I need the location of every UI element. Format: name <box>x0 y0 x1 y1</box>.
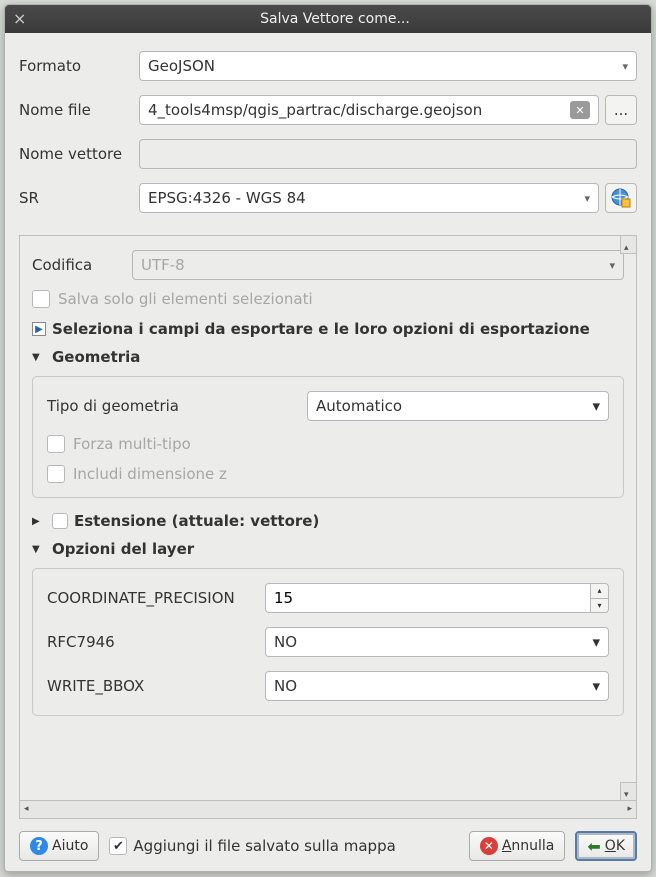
format-label: Formato <box>19 57 139 75</box>
crs-label: SR <box>19 189 139 207</box>
geometry-group: Tipo di geometria Automatico ▾ Forza mul… <box>32 376 624 498</box>
chevron-down-icon: ▾ <box>592 677 600 695</box>
add-to-map-label: Aggiungi il file salvato sulla mappa <box>133 837 395 855</box>
fields-section-header[interactable]: ▶ Seleziona i campi da esportare e le lo… <box>32 320 624 338</box>
filename-label: Nome file <box>19 101 139 119</box>
chevron-down-icon: ▾ <box>609 259 615 272</box>
force-multi-checkbox <box>47 435 65 453</box>
layer-options-title: Opzioni del layer <box>52 540 194 558</box>
layer-options-group: COORDINATE_PRECISION ▴ ▾ RFC7946 NO <box>32 568 624 716</box>
geometry-section-title: Geometria <box>52 348 140 366</box>
dialog-window: × Salva Vettore come... Formato GeoJSON … <box>4 4 652 872</box>
encoding-combo: UTF-8 ▾ <box>132 250 624 280</box>
expand-down-icon: ▼ <box>32 352 46 363</box>
dialog-footer: ? Aiuto ✔ Aggiungi il file salvato sulla… <box>19 829 637 861</box>
spin-down-button[interactable]: ▾ <box>591 599 609 614</box>
encoding-value: UTF-8 <box>141 256 185 274</box>
ok-button[interactable]: ⬅ OK <box>575 831 637 861</box>
browse-button[interactable]: ... <box>605 95 637 125</box>
expand-down-icon: ▼ <box>32 544 46 555</box>
extent-section-title: Estensione (attuale: vettore) <box>74 512 319 530</box>
clear-icon[interactable]: ✕ <box>570 101 590 119</box>
write-bbox-label: WRITE_BBOX <box>47 677 265 695</box>
geom-type-combo[interactable]: Automatico ▾ <box>307 391 609 421</box>
chevron-down-icon: ▾ <box>622 60 628 73</box>
selected-only-checkbox <box>32 290 50 308</box>
geom-type-label: Tipo di geometria <box>47 397 307 415</box>
help-icon: ? <box>30 837 48 855</box>
coord-precision-input[interactable] <box>265 583 591 613</box>
scroll-up-button[interactable]: ▴ <box>620 236 636 254</box>
layername-label: Nome vettore <box>19 145 139 163</box>
expand-right-icon: ▶ <box>32 322 46 336</box>
window-title: Salva Vettore come... <box>27 11 643 27</box>
geom-type-value: Automatico <box>316 397 402 415</box>
crs-value: EPSG:4326 - WGS 84 <box>148 189 306 207</box>
encoding-label: Codifica <box>32 256 132 274</box>
rfc7946-value: NO <box>274 633 297 651</box>
help-label: Aiuto <box>52 838 88 854</box>
fields-section-title: Seleziona i campi da esportare e le loro… <box>52 320 590 338</box>
write-bbox-value: NO <box>274 677 297 695</box>
selected-only-label: Salva solo gli elementi selezionati <box>58 290 313 308</box>
cancel-icon: ✕ <box>480 837 498 855</box>
extent-checkbox[interactable] <box>52 513 68 529</box>
write-bbox-combo[interactable]: NO ▾ <box>265 671 609 701</box>
chevron-down-icon: ▾ <box>592 633 600 651</box>
coord-precision-spinner[interactable]: ▴ ▾ <box>265 583 609 613</box>
options-scroll-area: ▴ ▾ Codifica UTF-8 ▾ Salva solo gli elem… <box>19 235 637 819</box>
spin-up-button[interactable]: ▴ <box>591 583 609 599</box>
cancel-button[interactable]: ✕ Annulla <box>469 831 566 861</box>
rfc7946-combo[interactable]: NO ▾ <box>265 627 609 657</box>
scroll-down-button[interactable]: ▾ <box>620 782 636 800</box>
globe-icon <box>610 187 632 209</box>
ok-label: OK <box>605 838 625 854</box>
chevron-down-icon: ▾ <box>592 397 600 415</box>
format-combo[interactable]: GeoJSON ▾ <box>139 51 637 81</box>
expand-right-icon: ▶ <box>32 516 46 527</box>
include-z-label: Includi dimensione z <box>73 465 227 483</box>
close-icon[interactable]: × <box>13 12 27 26</box>
add-to-map-checkbox[interactable]: ✔ <box>109 837 127 855</box>
extent-section-header[interactable]: ▶ Estensione (attuale: vettore) <box>32 512 624 530</box>
coord-precision-label: COORDINATE_PRECISION <box>47 589 265 607</box>
cancel-label: Annulla <box>502 838 555 854</box>
chevron-down-icon: ▾ <box>584 192 590 205</box>
horizontal-scrollbar[interactable]: ◂ ▸ <box>20 800 636 818</box>
layername-input[interactable] <box>139 139 637 169</box>
ok-icon: ⬅ <box>587 837 600 856</box>
crs-picker-button[interactable] <box>605 183 637 213</box>
filename-value: 4_tools4msp/qgis_partrac/discharge.geojs… <box>148 101 482 119</box>
rfc7946-label: RFC7946 <box>47 633 265 651</box>
crs-combo[interactable]: EPSG:4326 - WGS 84 ▾ <box>139 183 599 213</box>
titlebar: × Salva Vettore come... <box>5 5 651 33</box>
geometry-section-header[interactable]: ▼ Geometria <box>32 348 624 366</box>
dialog-content: Formato GeoJSON ▾ Nome file 4_tools4msp/… <box>5 33 651 871</box>
layer-options-section-header[interactable]: ▼ Opzioni del layer <box>32 540 624 558</box>
help-button[interactable]: ? Aiuto <box>19 831 99 861</box>
filename-input[interactable]: 4_tools4msp/qgis_partrac/discharge.geojs… <box>139 95 599 125</box>
format-value: GeoJSON <box>148 57 215 75</box>
force-multi-label: Forza multi-tipo <box>73 435 191 453</box>
browse-label: ... <box>614 101 628 119</box>
include-z-checkbox <box>47 465 65 483</box>
